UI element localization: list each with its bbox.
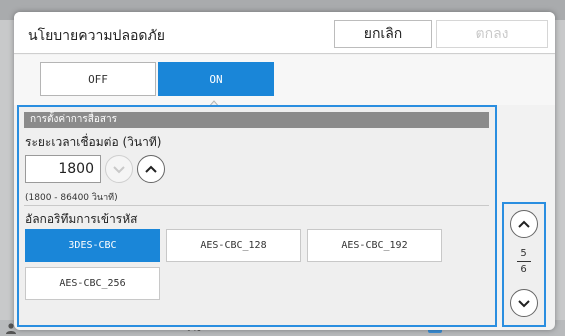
page-up-button[interactable] (510, 210, 538, 238)
chevron-up-icon (145, 165, 157, 173)
increase-button[interactable] (137, 155, 165, 183)
section-header: การตั้งค่าการสื่อสาร (24, 112, 489, 128)
algorithm-option-aes-cbc-256[interactable]: AES-CBC_256 (25, 267, 160, 300)
decrease-button[interactable] (105, 155, 133, 183)
timeout-range-text: (1800 - 86400 วินาที) (25, 193, 118, 203)
algorithm-option-aes-cbc-128[interactable]: AES-CBC_128 (166, 229, 301, 262)
page-down-button[interactable] (510, 289, 538, 317)
timeout-label: ระยะเวลาเชื่อมต่อ (วินาที) (25, 135, 162, 149)
ok-button[interactable]: ตกลง (436, 20, 548, 48)
fraction-line (516, 261, 531, 262)
encryption-algorithm-label: อัลกอริทึมการเข้ารหัส (25, 212, 138, 226)
page-navigator: 5 6 (502, 202, 546, 327)
communication-settings-panel: การตั้งค่าการสื่อสาร ระยะเวลาเชื่อมต่อ (… (17, 105, 497, 327)
page-total: 6 (520, 264, 527, 275)
chevron-down-icon (518, 300, 530, 308)
algorithm-option-aes-cbc-192[interactable]: AES-CBC_192 (307, 229, 442, 262)
page-indicator: 5 6 (504, 247, 543, 276)
algorithm-option-3des-cbc[interactable]: 3DES-CBC (25, 229, 160, 262)
dialog-header: นโยบายความปลอดภัย ยกเลิก ตกลง (14, 12, 555, 54)
on-toggle-button[interactable]: ON (158, 62, 274, 96)
timeout-input[interactable]: 1800 (25, 155, 101, 183)
chevron-down-icon (113, 166, 125, 174)
security-policy-dialog: นโยบายความปลอดภัย ยกเลิก ตกลง OFF ON การ… (14, 12, 555, 330)
off-toggle-button[interactable]: OFF (40, 62, 156, 96)
dialog-title: นโยบายความปลอดภัย (28, 28, 165, 44)
chevron-up-icon (518, 220, 530, 228)
page-current: 5 (520, 248, 527, 259)
cancel-button[interactable]: ยกเลิก (334, 20, 432, 48)
divider (24, 205, 489, 206)
toggle-area: OFF ON (14, 55, 555, 109)
